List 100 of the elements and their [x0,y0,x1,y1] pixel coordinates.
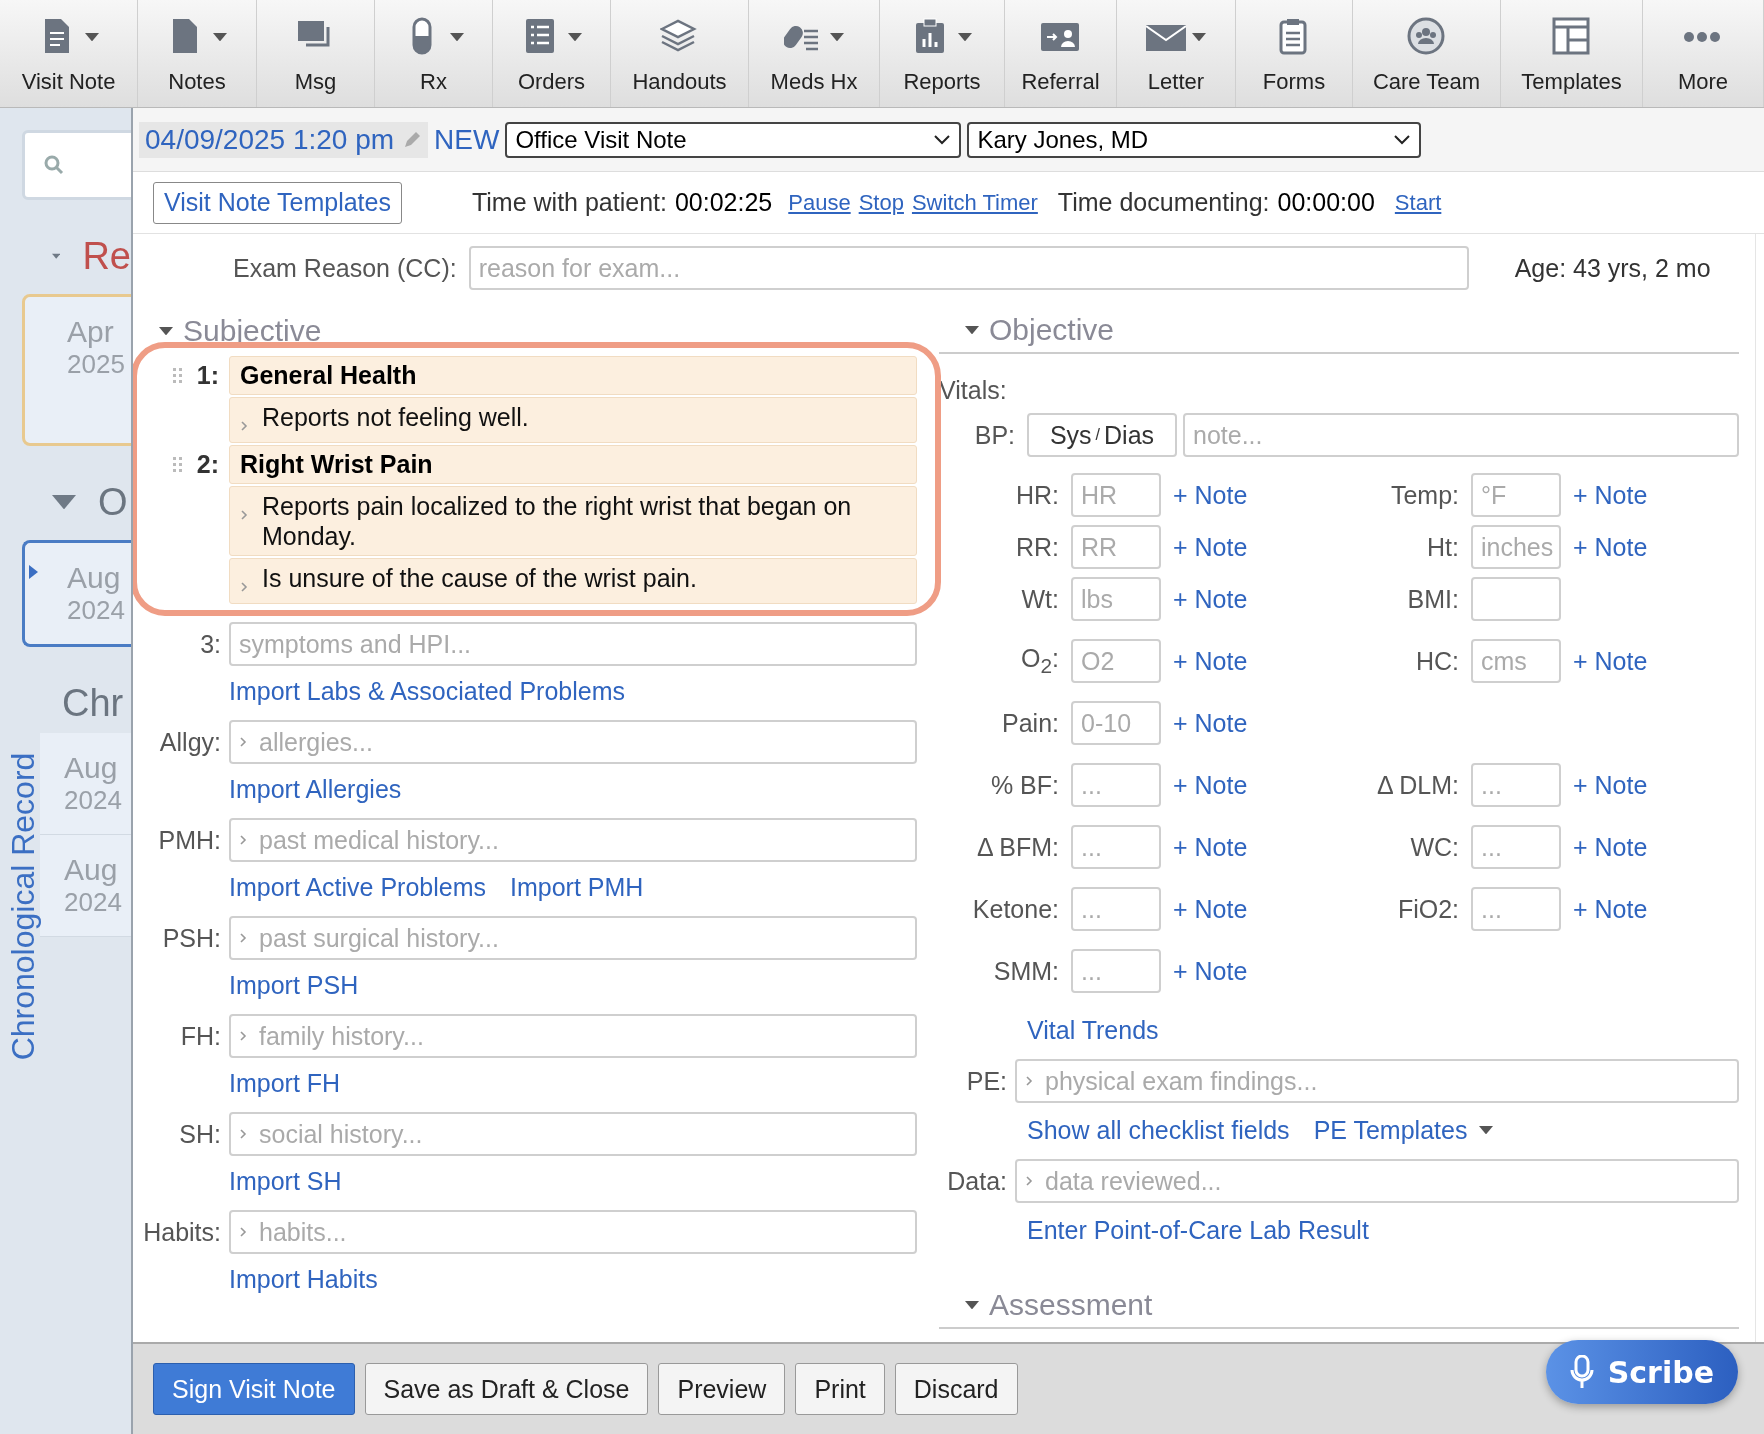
templates-button[interactable]: Visit Note Templates [153,181,402,224]
section-heading[interactable]: Re [82,234,131,278]
toolbar-button[interactable]: Notes [138,0,257,107]
footer-button[interactable]: Discard [894,1363,1018,1415]
exam-link[interactable]: Enter Point-of-Care Lab Result [1027,1215,1369,1245]
vital-label: % BF: [989,770,1059,800]
add-note-link[interactable]: + Note [1573,770,1648,800]
search-field[interactable] [22,130,131,200]
toolbar-button[interactable]: Care Team [1353,0,1501,107]
drag-handle-icon[interactable] [172,366,183,385]
problem-note[interactable]: Reports pain localized to the right wrist that began on Monday. [229,486,917,556]
add-note-link[interactable]: + Note [1173,832,1248,862]
add-note-link[interactable]: + Note [1573,894,1648,924]
field-label: PSH: [161,923,221,953]
footer-button[interactable]: Print [795,1363,885,1415]
add-note-link[interactable]: + Note [1573,646,1648,676]
microphone-icon [1569,1355,1594,1389]
provider-select[interactable]: Kary Jones, MD [967,121,1422,158]
exam-link[interactable]: Show all checklist fields [1027,1115,1290,1145]
add-note-link[interactable]: + Note [1573,532,1648,562]
timer-link[interactable]: Stop [858,189,904,216]
vital-label: Wt: [1020,584,1059,614]
add-note-link[interactable]: + Note [1173,646,1248,676]
vital-field[interactable] [1471,577,1561,621]
vital-label: Temp: [1389,480,1459,510]
problem-note[interactable]: Is unsure of the cause of the wrist pain. [229,558,917,604]
add-note-link[interactable]: + Note [1173,532,1248,562]
import-link[interactable]: Import Allergies [229,774,402,804]
vitals-label: Vitals: [939,376,1008,405]
blood-pressure-field[interactable]: Sys / Dias [1027,413,1177,457]
chevron-icon [239,932,247,944]
add-note-link[interactable]: + Note [1173,708,1248,738]
toolbar-button[interactable]: Letter [1117,0,1236,107]
toolbar-button[interactable]: Templates [1501,0,1643,107]
vital-label: Δ DLM: [1376,770,1459,800]
import-link[interactable]: Import PSH [229,970,359,1000]
field-label: PMH: [157,825,221,855]
add-note-link[interactable]: + Note [1173,956,1248,986]
visit-date-link[interactable]: 04/09/2025 1:20 pm [139,121,429,158]
problem-title[interactable]: Right Wrist Pain [229,445,917,484]
vertical-tab-label[interactable]: Chronological Record [4,741,42,1072]
field-label: FH: [179,1021,221,1051]
import-link[interactable]: Import SH [229,1166,342,1196]
timer-label: Time documenting: [1057,188,1270,217]
problem-title[interactable]: General Health [229,356,917,395]
chevron-icon [1025,1075,1033,1087]
vital-label: Pain: [1001,708,1059,738]
add-note-link[interactable]: + Note [1173,584,1248,614]
add-note-link[interactable]: + Note [1173,480,1248,510]
section-title[interactable]: Subjective [183,314,322,348]
timer-link[interactable]: Pause [788,189,851,216]
footer-button[interactable]: Sign Visit Note [153,1363,355,1415]
caret-icon [29,565,38,579]
exam-link[interactable]: PE Templates [1313,1115,1494,1145]
vital-trends-link[interactable]: Vital Trends [1027,1015,1159,1045]
toolbar-button[interactable]: More [1643,0,1764,107]
import-link[interactable]: Import FH [229,1068,341,1098]
add-note-link[interactable]: + Note [1173,894,1248,924]
section-heading[interactable]: Chr [62,681,124,725]
vital-label: SMM: [992,956,1059,986]
toolbar-button[interactable]: Orders [493,0,611,107]
toolbar-button[interactable]: Forms [1236,0,1353,107]
chevron-down-icon [1393,133,1412,146]
toolbar-button[interactable]: Rx [375,0,493,107]
section-title[interactable]: Objective [989,313,1115,347]
footer-button[interactable]: Save as Draft & Close [364,1363,649,1415]
chevron-icon [239,1128,247,1140]
drag-handle-icon[interactable] [172,455,183,474]
note-type-select[interactable]: Office Visit Note [505,121,962,158]
import-link[interactable]: Import PMH [510,872,644,902]
more-icon [1683,31,1723,43]
chevron-icon [240,581,248,593]
toolbar-button[interactable]: Handouts [611,0,749,107]
pencil-icon [402,129,423,150]
field-label: Exam Reason (CC): [233,253,457,283]
toolbar-button[interactable]: Meds Hx [749,0,880,107]
section-title[interactable]: Assessment [989,1288,1153,1322]
problem-note[interactable]: Reports not feeling well. [229,397,917,443]
chevron-icon [1025,1175,1033,1187]
add-note-link[interactable]: + Note [1573,480,1648,510]
toolbar-button[interactable]: Visit Note [0,0,138,107]
scribe-button[interactable]: Scribe [1545,1340,1738,1404]
timer-link[interactable]: Start [1394,189,1442,216]
import-link[interactable]: Import Labs & Associated Problems [229,676,626,706]
toolbar-button[interactable]: Msg [257,0,375,107]
import-link[interactable]: Import Active Problems [229,872,487,902]
import-link[interactable]: Import Habits [229,1264,378,1294]
vital-label: BMI: [1406,584,1459,614]
footer-button[interactable]: Preview [658,1363,786,1415]
add-note-link[interactable]: + Note [1573,832,1648,862]
chevron-icon [239,736,247,748]
timer-value: 00:00:00 [1277,188,1375,217]
section-heading[interactable]: O [98,480,128,524]
age-text: Age: 43 yrs, 2 mo [1514,253,1711,283]
add-note-link[interactable]: + Note [1173,770,1248,800]
chevron-icon [239,1226,247,1238]
timer-link[interactable]: Switch Timer [911,189,1038,216]
vital-label: HR: [1014,480,1059,510]
toolbar-button[interactable]: Referral [1005,0,1117,107]
toolbar-button[interactable]: Reports [880,0,1005,107]
